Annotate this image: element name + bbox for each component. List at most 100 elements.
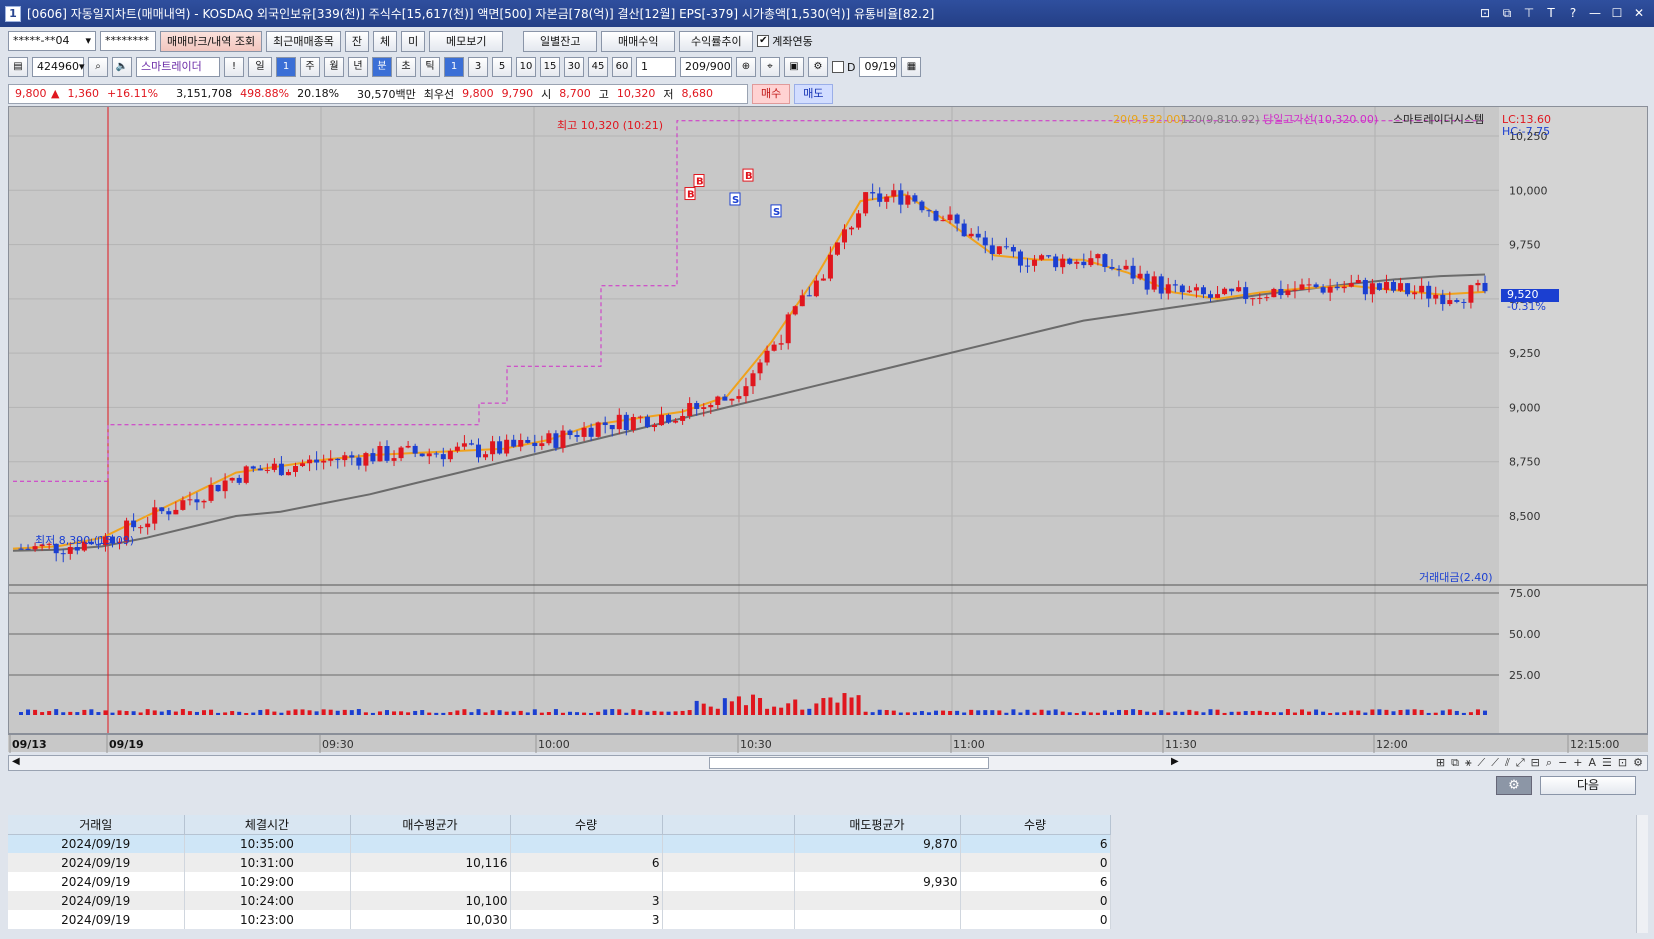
buy-button[interactable]: 매수 [752,83,791,104]
memo-button[interactable]: 메모보기 [429,30,504,52]
pin-icon[interactable]: ⊤ [1520,4,1538,22]
header-trade-date[interactable]: 거래일 [8,815,185,835]
count-field[interactable]: 209/900 [680,57,732,77]
period-week-button[interactable]: 주 [300,57,320,77]
price-chart[interactable]: 10,25010,0009,7509,5009,2509,0008,7508,5… [8,106,1648,734]
gear-icon[interactable]: ⚙ [808,57,828,77]
chart-tool-icon[interactable]: ⟋ [1478,756,1486,770]
chart-tool-icon[interactable]: − [1558,756,1567,770]
table-row[interactable]: 2024/09/19 10:29:00 9,930 6 [8,872,1111,891]
trade-profit-button[interactable]: 매매수익 [601,30,676,52]
table-row[interactable]: 2024/09/19 10:31:00 10,116 6 0 [8,853,1111,872]
stock-list-icon[interactable]: ▤ [8,57,28,77]
balance-button[interactable]: 잔 [344,30,370,52]
interval-3-button[interactable]: 3 [468,57,488,77]
buy-mark[interactable]: B [742,168,754,182]
font-icon[interactable]: T [1542,4,1560,22]
execution-button[interactable]: 체 [373,30,398,52]
interval-1-button[interactable]: 1 [444,57,464,77]
chart-tool-icon[interactable]: ⫽ [1505,756,1510,770]
chart-tool-icon[interactable]: ⧉ [1451,756,1459,770]
stock-code-field[interactable]: 424960 ▾ [32,57,85,77]
daily-balance-button[interactable]: 일별잔고 [523,30,598,52]
interval-60-button[interactable]: 60 [612,57,632,77]
interval-10-button[interactable]: 10 [516,57,536,77]
chart-tool-icon[interactable]: ⤢ [1516,756,1525,770]
period-day-button[interactable]: 일 [248,57,272,77]
table-cell: 0 [960,853,1111,872]
minimize-button[interactable]: — [1586,4,1604,22]
candle-body [813,280,819,297]
chart-canvas[interactable]: 10,25010,0009,7509,5009,2509,0008,7508,5… [9,107,1647,733]
buy-mark[interactable]: B [684,187,696,201]
scroll-left-icon[interactable]: ◀ [12,756,20,767]
pending-button[interactable]: 미 [401,30,426,52]
maximize-button[interactable]: ☐ [1608,4,1626,22]
table-cell: 10:35:00 [184,834,351,853]
period-month-button[interactable]: 월 [324,57,344,77]
recent-trades-button[interactable]: 최근매매종목 [266,30,341,52]
profit-trend-button[interactable]: 수익률추이 [679,30,754,52]
header-exec-time[interactable]: 체결시간 [184,815,351,835]
password-field[interactable]: ******** [100,31,156,51]
chart-tool-icon[interactable]: ☰ [1602,756,1612,770]
sell-button[interactable]: 매도 [794,83,833,104]
chart-tool-icon[interactable]: ⊟ [1531,756,1540,770]
next-button[interactable]: 다음 [1540,776,1636,795]
alert-button[interactable]: ! [224,57,244,77]
account-select[interactable]: *****-**04 ▾ [8,31,96,51]
table-row[interactable]: 2024/09/19 10:24:00 10,100 3 0 [8,891,1111,910]
speaker-icon[interactable]: 🔈 [112,57,132,77]
period-year-button[interactable]: 년 [348,57,368,77]
chart-tool-icon[interactable]: ⌕ [1546,756,1552,770]
period-minute-button[interactable]: 분 [372,57,392,77]
interval-5-button[interactable]: 5 [492,57,512,77]
volume-bar [1335,712,1340,715]
save-icon[interactable]: ▣ [784,57,804,77]
table-row[interactable]: 2024/09/19 10:35:00 9,870 6 [8,834,1111,853]
chart-tool-icon[interactable]: ⊞ [1436,756,1445,770]
interval-30-button[interactable]: 30 [564,57,584,77]
period-count-select[interactable]: 1 [276,57,296,77]
crosshair-icon[interactable]: ⌖ [760,57,780,77]
volume-bar [1159,710,1164,715]
period-tick-button[interactable]: 틱 [420,57,440,77]
layout-icon[interactable]: ⊡ [1476,4,1494,22]
chart-tool-icon[interactable]: ⊡ [1618,756,1627,770]
sell-mark[interactable]: S [770,204,782,218]
buy-mark[interactable]: B [693,174,705,188]
scroll-right-icon[interactable]: ▶ [1171,756,1179,767]
header-sell-avg[interactable]: 매도평균가 [794,815,961,835]
interval-value-select[interactable]: 1 [636,57,676,77]
interval-45-button[interactable]: 45 [588,57,608,77]
chevron-down-icon: ▾ [79,60,85,73]
chart-tool-icon[interactable]: A [1589,756,1597,770]
zoom-icon[interactable]: ⊕ [736,57,756,77]
sell-mark[interactable]: S [729,192,741,206]
scroll-thumb[interactable] [709,757,989,769]
stock-name-field[interactable]: 스마트레이더 [136,57,220,77]
chart-scrollbar[interactable]: ◀ ▶ ⊞ ⧉ ⚹ ⟋ ⟋ ⫽ ⤢ ⊟ ⌕ − + A ☰ ⊡ ⚙ [8,755,1648,771]
chart-tool-icon[interactable]: ⚙ [1633,756,1643,770]
header-buy-qty[interactable]: 수량 [510,815,663,835]
date-field[interactable]: 09/19 [859,57,898,77]
trade-mark-query-button[interactable]: 매매마크/내역 조회 [160,30,263,52]
grid-vertical-scrollbar[interactable] [1636,815,1648,933]
help-icon[interactable]: ? [1564,4,1582,22]
period-second-button[interactable]: 초 [396,57,416,77]
table-row[interactable]: 2024/09/19 10:23:00 10,030 3 0 [8,910,1111,929]
chart-tool-icon[interactable]: ⟋ [1491,756,1499,770]
header-sell-qty[interactable]: 수량 [960,815,1111,835]
chart-tool-icon[interactable]: ⚹ [1465,756,1472,770]
close-button[interactable]: ✕ [1630,4,1648,22]
grid-settings-button[interactable]: ⚙ [1496,776,1532,795]
date-checkbox[interactable]: D [832,61,855,74]
calendar-icon[interactable]: ▦ [901,57,922,77]
link-icon[interactable]: ⧉ [1498,4,1516,22]
chart-tool-icon[interactable]: + [1573,756,1582,770]
header-buy-avg[interactable]: 매수평균가 [350,815,511,835]
volume-bar [863,711,868,715]
search-icon[interactable]: ⌕ [88,57,108,77]
account-link-checkbox[interactable]: ✔ 계좌연동 [757,33,813,49]
interval-15-button[interactable]: 15 [540,57,560,77]
